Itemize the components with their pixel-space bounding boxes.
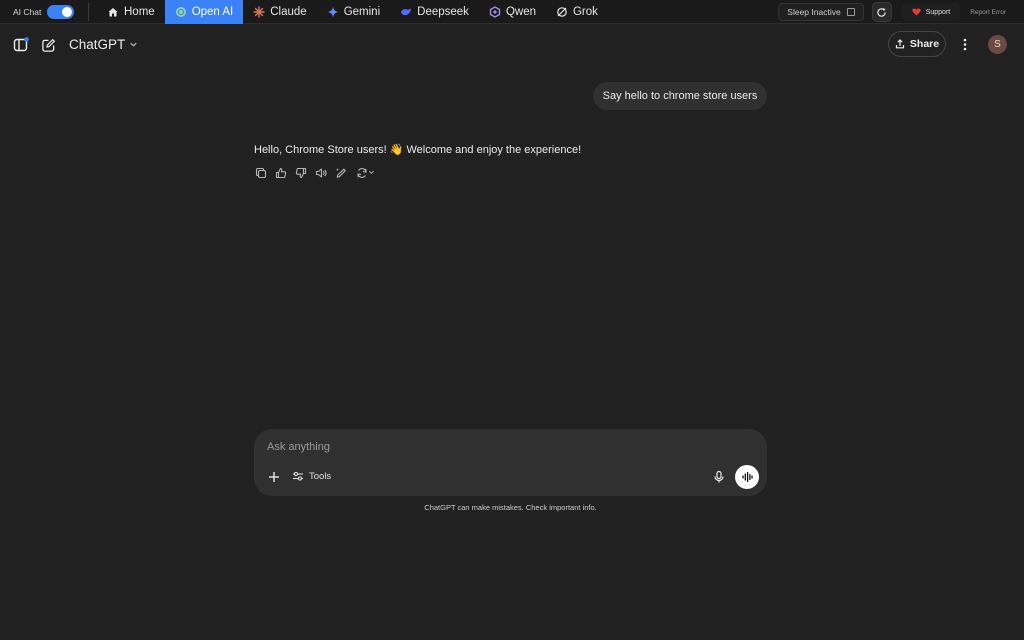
tab-label: Grok bbox=[572, 5, 598, 18]
home-icon bbox=[108, 7, 118, 16]
tab-label: Qwen bbox=[505, 5, 536, 18]
toolbar-divider bbox=[88, 2, 89, 21]
avatar[interactable]: S bbox=[988, 35, 1007, 54]
reload-button[interactable] bbox=[871, 2, 892, 22]
speaker-icon bbox=[315, 167, 327, 178]
more-options-button[interactable] bbox=[958, 37, 972, 51]
tab-qwen[interactable]: Qwen bbox=[479, 0, 546, 24]
claude-logo-icon bbox=[253, 5, 265, 18]
sidebar-toggle-button[interactable] bbox=[12, 36, 30, 54]
sleep-inactive-label: Sleep Inactive bbox=[787, 7, 841, 17]
attach-button[interactable] bbox=[267, 470, 281, 484]
ai-chat-toggle[interactable] bbox=[47, 4, 75, 19]
deepseek-logo-icon bbox=[401, 8, 412, 15]
toggle-knob bbox=[62, 6, 73, 17]
composer-placeholder[interactable]: Ask anything bbox=[267, 441, 330, 453]
tab-claude[interactable]: Claude bbox=[243, 0, 316, 24]
edit-canvas-button[interactable] bbox=[334, 166, 347, 179]
chevron-down-icon bbox=[368, 170, 374, 175]
copy-icon bbox=[255, 167, 266, 178]
tab-label: Claude bbox=[270, 5, 307, 18]
chevron-down-icon bbox=[130, 42, 137, 47]
gemini-logo-icon bbox=[327, 6, 339, 17]
microphone-icon bbox=[714, 470, 724, 483]
toolbar-right-group: Sleep Inactive Support Report Error bbox=[778, 0, 1024, 24]
disclaimer-text: ChatGPT can make mistakes. Check importa… bbox=[424, 503, 597, 512]
user-message-text: Say hello to chrome store users bbox=[602, 90, 758, 102]
ai-chat-toggle-group: AI Chat bbox=[0, 4, 88, 19]
sleep-inactive-option[interactable]: Sleep Inactive bbox=[778, 3, 864, 21]
support-label: Support bbox=[925, 8, 951, 16]
refresh-icon bbox=[356, 167, 367, 178]
ai-chat-label: AI Chat bbox=[13, 6, 42, 17]
thumbs-up-button[interactable] bbox=[274, 166, 287, 179]
assistant-message: Hello, Chrome Store users! 👋 Welcome and… bbox=[254, 144, 582, 156]
tab-label: Home bbox=[124, 5, 155, 18]
openai-logo-icon bbox=[175, 6, 186, 17]
tools-button[interactable]: Tools bbox=[292, 470, 331, 482]
read-aloud-button[interactable] bbox=[314, 166, 327, 179]
sleep-inactive-checkbox[interactable] bbox=[846, 8, 855, 16]
model-name: ChatGPT bbox=[69, 37, 126, 52]
message-actions bbox=[254, 166, 376, 179]
tab-label: Open AI bbox=[191, 5, 234, 18]
voice-mode-button[interactable] bbox=[735, 465, 759, 489]
heart-icon bbox=[912, 8, 921, 16]
tab-grok[interactable]: Grok bbox=[546, 0, 608, 24]
pencil-sparkle-icon bbox=[335, 167, 346, 178]
support-button[interactable]: Support bbox=[901, 3, 961, 21]
copy-button[interactable] bbox=[254, 166, 267, 179]
refresh-icon bbox=[877, 7, 886, 17]
sidebar-icon bbox=[13, 37, 29, 52]
sliders-icon bbox=[293, 471, 303, 481]
report-error-link[interactable]: Report Error bbox=[970, 9, 1006, 16]
new-chat-button[interactable] bbox=[39, 36, 57, 54]
thumbs-up-icon bbox=[275, 167, 286, 178]
share-button[interactable]: Share bbox=[888, 31, 946, 57]
thumbs-down-icon bbox=[295, 167, 306, 178]
more-vertical-icon bbox=[963, 38, 967, 50]
edit-icon bbox=[41, 38, 55, 52]
extension-toolbar: AI Chat Home Open AI Claude Gemini Deeps… bbox=[0, 0, 1024, 24]
ai-provider-tabs: Home Open AI Claude Gemini Deepseek Qwen… bbox=[97, 0, 608, 24]
tab-openai[interactable]: Open AI bbox=[164, 0, 244, 24]
chat-header: ChatGPT Share S bbox=[0, 25, 1024, 65]
plus-icon bbox=[269, 472, 279, 482]
user-message-bubble: Say hello to chrome store users bbox=[593, 82, 767, 110]
tab-home[interactable]: Home bbox=[97, 0, 165, 24]
tools-label: Tools bbox=[309, 470, 332, 482]
dictate-button[interactable] bbox=[712, 470, 726, 484]
tab-deepseek[interactable]: Deepseek bbox=[390, 0, 479, 24]
share-label: Share bbox=[909, 38, 940, 50]
thumbs-down-button[interactable] bbox=[294, 166, 307, 179]
message-composer[interactable]: Ask anything Tools bbox=[254, 429, 767, 496]
tab-gemini[interactable]: Gemini bbox=[317, 0, 390, 24]
tab-label: Gemini bbox=[343, 5, 381, 18]
qwen-logo-icon bbox=[489, 5, 501, 18]
share-icon bbox=[895, 39, 905, 49]
grok-logo-icon bbox=[557, 6, 567, 17]
model-selector[interactable]: ChatGPT bbox=[69, 37, 138, 52]
tab-label: Deepseek bbox=[417, 5, 469, 18]
regenerate-button[interactable] bbox=[354, 166, 376, 179]
voice-waveform-icon bbox=[742, 471, 753, 483]
